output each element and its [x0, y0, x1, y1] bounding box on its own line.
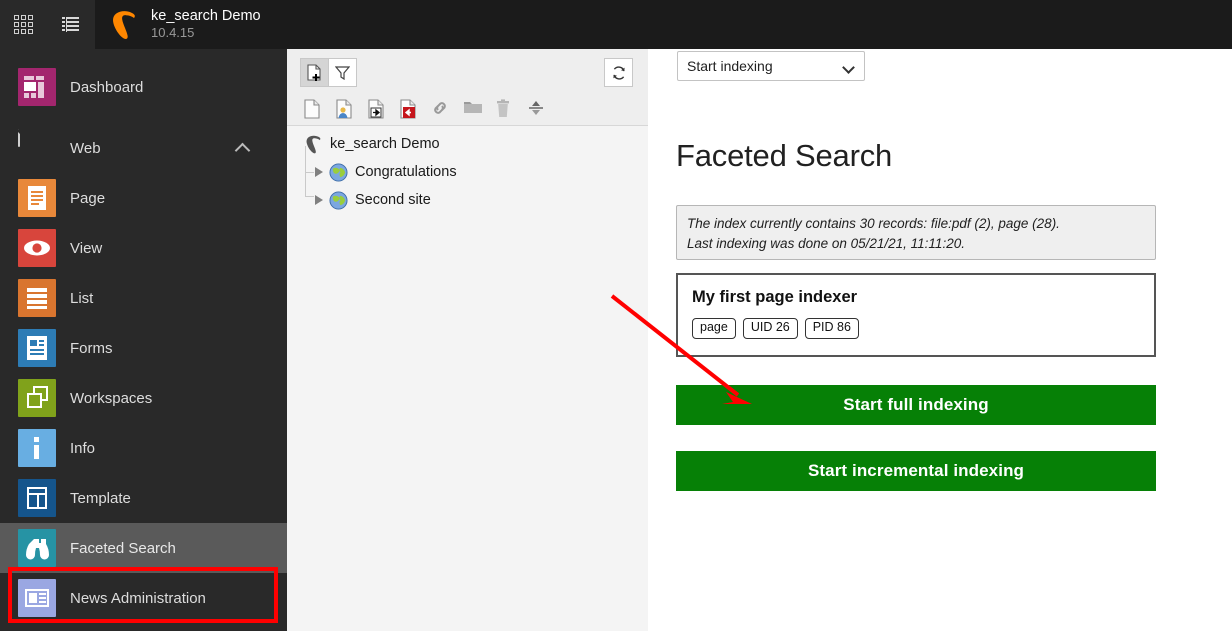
module-content: Start indexing Faceted Search The index … — [648, 49, 1232, 631]
globe-page-icon — [329, 163, 348, 182]
sidebar-item-label: Page — [70, 190, 105, 207]
topbar-left-tools — [0, 0, 95, 49]
page-paste-after-icon[interactable] — [399, 99, 417, 119]
sidebar-item-view[interactable]: View — [0, 223, 287, 273]
sidebar-item-label: Faceted Search — [70, 540, 176, 557]
newspaper-icon — [18, 579, 56, 617]
indexer-badges: page UID 26 PID 86 — [692, 318, 1140, 339]
tree-node-label: Second site — [355, 192, 431, 208]
sidebar-item-label: News Administration — [70, 590, 206, 607]
sidebar-item-info[interactable]: Info — [0, 423, 287, 473]
page-title: Faceted Search — [676, 138, 892, 174]
indexing-select-wrapper: Start indexing — [677, 51, 865, 81]
site-brand: ke_search Demo 10.4.15 — [95, 0, 261, 49]
index-status-line-1: The index currently contains 30 records:… — [687, 214, 1145, 234]
link-icon[interactable] — [431, 99, 449, 119]
indexing-action-select[interactable]: Start indexing — [677, 51, 865, 81]
sidebar-item-label: Info — [70, 440, 95, 457]
tree-node-root[interactable]: ke_search Demo — [287, 132, 648, 156]
module-menu-toggle[interactable] — [0, 0, 47, 49]
tree-node-label: ke_search Demo — [330, 136, 440, 152]
sidebar-item-workspaces[interactable]: Workspaces — [0, 373, 287, 423]
sidebar-item-dashboard[interactable]: Dashboard — [0, 62, 287, 112]
index-status-message: The index currently contains 30 records:… — [676, 205, 1156, 260]
indexer-card: My first page indexer page UID 26 PID 86 — [676, 273, 1156, 357]
start-full-indexing-button[interactable]: Start full indexing — [676, 385, 1156, 425]
eye-icon — [18, 229, 56, 267]
sidebar-section-web[interactable]: Web — [0, 123, 287, 173]
sidebar-item-page[interactable]: Page — [0, 173, 287, 223]
site-title: ke_search Demo — [151, 8, 261, 25]
tree-node-congratulations[interactable]: Congratulations — [287, 160, 648, 184]
binoculars-icon — [18, 529, 56, 567]
page-tree-toolbar — [287, 49, 648, 126]
sidebar-item-label: Dashboard — [70, 79, 143, 96]
filter-funnel-icon — [335, 65, 350, 80]
template-icon — [18, 479, 56, 517]
tree-node-label: Congratulations — [355, 164, 457, 180]
index-status-line-2: Last indexing was done on 05/21/21, 11:1… — [687, 234, 1145, 254]
sidebar-section-label: Web — [70, 140, 101, 157]
grid-icon — [14, 15, 33, 34]
dashboard-icon — [18, 68, 56, 106]
sidebar-item-faceted-search[interactable]: Faceted Search — [0, 523, 287, 573]
refresh-icon — [611, 65, 627, 81]
chevron-up-icon — [237, 142, 249, 154]
tree-expand-caret-icon[interactable] — [315, 195, 323, 205]
tree-expand-caret-icon[interactable] — [315, 167, 323, 177]
sidebar-item-forms[interactable]: Forms — [0, 323, 287, 373]
sort-icon[interactable] — [527, 99, 545, 119]
list-records-icon — [18, 279, 56, 317]
page-user-drag-icon[interactable] — [335, 99, 353, 119]
globe-page-icon — [329, 191, 348, 210]
typo3-logo-icon — [110, 10, 138, 40]
workspaces-icon — [18, 379, 56, 417]
indexer-title: My first page indexer — [692, 288, 1140, 307]
sidebar-item-label: Template — [70, 490, 131, 507]
module-sidebar: Dashboard Web Page Vie — [0, 49, 287, 631]
typo3-version: 10.4.15 — [151, 26, 261, 41]
typo3-root-icon — [304, 135, 323, 154]
sidebar-item-label: Workspaces — [70, 390, 152, 407]
forms-icon — [18, 329, 56, 367]
page-doc-icon — [18, 129, 56, 167]
sidebar-item-label: List — [70, 290, 93, 307]
page-tree-nodes: ke_search Demo Congratulations — [287, 127, 648, 631]
sidebar-item-news-administration[interactable]: News Administration — [0, 573, 287, 623]
top-bar: ke_search Demo 10.4.15 — [0, 0, 1232, 49]
start-incremental-indexing-button[interactable]: Start incremental indexing — [676, 451, 1156, 491]
folder-icon[interactable] — [463, 99, 481, 119]
trash-icon[interactable] — [495, 99, 513, 119]
tree-drag-icons — [303, 99, 545, 119]
new-page-icon — [306, 64, 323, 81]
doc-header: Start indexing — [648, 49, 1232, 96]
sidebar-item-list[interactable]: List — [0, 273, 287, 323]
list-icon — [62, 17, 79, 32]
page-paste-into-icon[interactable] — [367, 99, 385, 119]
status-badge: UID 26 — [743, 318, 798, 339]
refresh-tree-button[interactable] — [604, 58, 633, 87]
page-tree-panel: ke_search Demo Congratulations — [287, 49, 648, 631]
status-badge: PID 86 — [805, 318, 859, 339]
new-page-toggle-button[interactable] — [300, 58, 329, 87]
page-tree-toggle[interactable] — [47, 0, 94, 49]
filter-toggle-button[interactable] — [328, 58, 357, 87]
sidebar-item-template[interactable]: Template — [0, 473, 287, 523]
status-badge: page — [692, 318, 736, 339]
page-icon — [18, 179, 56, 217]
info-icon — [18, 429, 56, 467]
tree-toggle-group — [300, 58, 357, 87]
tree-node-second-site[interactable]: Second site — [287, 188, 648, 212]
sidebar-item-label: Forms — [70, 340, 113, 357]
new-page-drag-icon[interactable] — [303, 99, 321, 119]
sidebar-item-label: View — [70, 240, 102, 257]
typo3-backend: ke_search Demo 10.4.15 Dashboard Web — [0, 0, 1232, 631]
